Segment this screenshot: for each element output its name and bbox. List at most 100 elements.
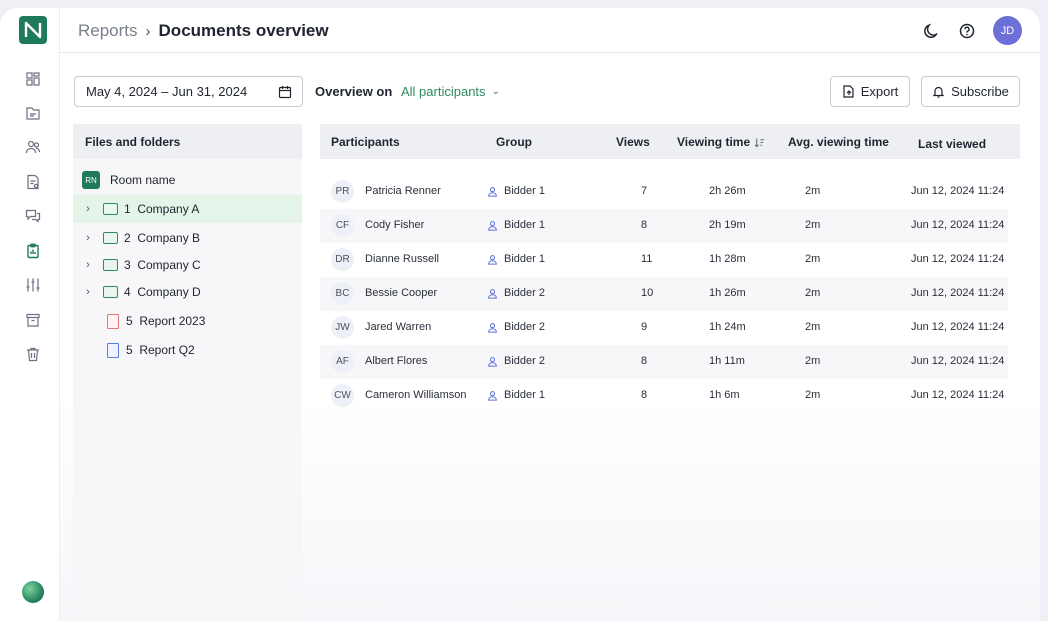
files-panel: Files and folders RN Room name › 1 Compa… xyxy=(73,124,302,621)
participant-avg-time: 2m xyxy=(805,321,821,333)
moon-icon[interactable] xyxy=(923,22,941,40)
tree-item-company-a[interactable]: › 1 Company A xyxy=(73,195,302,223)
column-group[interactable]: Group xyxy=(496,135,532,149)
user-icon xyxy=(488,356,497,367)
table-row[interactable]: BC Bessie Cooper Bidder 2 10 1h 26m 2m Jun 12,… xyxy=(320,277,1008,311)
column-viewing-time-label: Viewing time xyxy=(677,135,751,149)
participant-name: Albert Flores xyxy=(365,355,428,367)
tree-item-company-c[interactable]: › 3 Company C xyxy=(73,251,302,279)
chat-icon[interactable] xyxy=(24,207,42,225)
tree-item-label: 5 Report 2023 xyxy=(126,314,206,328)
dashboard-icon[interactable] xyxy=(24,70,42,88)
participant-avg-time: 2m xyxy=(805,287,821,299)
participant-views: 10 xyxy=(641,287,654,299)
chevron-right-icon: › xyxy=(145,22,151,40)
column-participants[interactable]: Participants xyxy=(331,135,400,149)
participants-dropdown[interactable]: All participants ⌄ xyxy=(401,84,500,99)
sort-desc-icon[interactable] xyxy=(754,137,765,148)
export-label: Export xyxy=(860,84,899,99)
table-row[interactable]: PR Patricia Renner Bidder 1 7 2h 26m 2m Jun 12… xyxy=(320,175,1008,209)
table-header: Participants Group Views Viewing time Av… xyxy=(320,124,1020,159)
table-row[interactable]: CW Cameron Williamson Bidder 1 8 1h 6m 2m Jun … xyxy=(320,379,1008,413)
reports-doc-icon[interactable] xyxy=(24,173,42,191)
files-panel-title: Files and folders xyxy=(73,124,302,159)
help-icon[interactable] xyxy=(958,22,976,40)
export-button[interactable]: Export xyxy=(830,76,910,107)
participant-name: Cody Fisher xyxy=(365,219,425,231)
column-last-viewed[interactable]: Last viewed xyxy=(918,137,986,151)
tree-item-label: 4 Company D xyxy=(124,285,201,299)
subscribe-button[interactable]: Subscribe xyxy=(921,76,1020,107)
users-icon[interactable] xyxy=(24,138,42,156)
participant-initials: BC xyxy=(331,282,354,305)
participant-initials: CF xyxy=(331,214,354,237)
table-row[interactable]: AF Albert Flores Bidder 2 8 1h 11m 2m Jun 12, … xyxy=(320,345,1008,379)
user-icon xyxy=(488,390,497,401)
chevron-right-icon[interactable]: › xyxy=(73,203,103,215)
chevron-right-icon[interactable]: › xyxy=(73,232,103,244)
room-row[interactable]: RN Room name xyxy=(73,166,302,194)
participant-views: 8 xyxy=(641,389,648,401)
report-clipboard-icon[interactable] xyxy=(24,242,42,260)
table-row[interactable]: JW Jared Warren Bidder 2 9 1h 24m 2m Jun 12, 2… xyxy=(320,311,1008,345)
tree-item-company-d[interactable]: › 4 Company D xyxy=(73,278,302,306)
column-viewing-time[interactable]: Viewing time xyxy=(677,135,765,149)
tree-item-company-b[interactable]: › 2 Company B xyxy=(73,224,302,252)
top-bar: Reports › Documents overview JD xyxy=(60,8,1040,53)
user-icon xyxy=(488,288,497,299)
breadcrumb: Reports › Documents overview xyxy=(78,21,329,41)
participant-group: Bidder 1 xyxy=(487,253,545,265)
date-range-value: May 4, 2024 – Jun 31, 2024 xyxy=(86,84,248,99)
settings-sliders-icon[interactable] xyxy=(24,276,42,294)
chevron-right-icon[interactable]: › xyxy=(73,286,103,298)
left-rail xyxy=(0,8,60,621)
participant-group: Bidder 1 xyxy=(487,389,545,401)
user-avatar[interactable]: JD xyxy=(993,16,1022,45)
participant-group-label: Bidder 2 xyxy=(504,355,545,367)
tree-item-label: 5 Report Q2 xyxy=(126,343,195,357)
participant-viewing-time: 1h 24m xyxy=(709,321,746,333)
workspace-globe-icon[interactable] xyxy=(22,581,44,603)
bell-icon xyxy=(932,86,945,98)
doc-file-icon xyxy=(107,342,119,358)
participants-dropdown-value: All participants xyxy=(401,84,486,99)
participant-group-label: Bidder 1 xyxy=(504,253,545,265)
participant-views: 7 xyxy=(641,185,648,197)
documents-icon[interactable] xyxy=(24,104,42,122)
tree-item-report-2023[interactable]: 5 Report 2023 xyxy=(73,307,302,335)
folder-icon xyxy=(103,259,118,271)
column-avg-viewing-time[interactable]: Avg. viewing time xyxy=(788,135,889,149)
archive-icon[interactable] xyxy=(24,311,42,329)
breadcrumb-parent[interactable]: Reports xyxy=(78,21,138,41)
participant-avg-time: 2m xyxy=(805,219,821,231)
participant-initials: DR xyxy=(331,248,354,271)
app-logo[interactable] xyxy=(19,16,47,44)
table-row[interactable]: CF Cody Fisher Bidder 1 8 2h 19m 2m Jun 12, 20… xyxy=(320,209,1008,243)
pdf-file-icon xyxy=(107,313,119,329)
date-range-picker[interactable]: May 4, 2024 – Jun 31, 2024 xyxy=(74,76,303,107)
tree-item-label: 3 Company C xyxy=(124,258,201,272)
trash-icon[interactable] xyxy=(24,345,42,363)
room-badge: RN xyxy=(82,171,100,189)
participant-name: Cameron Williamson xyxy=(365,389,467,401)
participant-name: Jared Warren xyxy=(365,321,432,333)
chevron-right-icon[interactable]: › xyxy=(73,259,103,271)
participant-views: 8 xyxy=(641,219,648,231)
participant-viewing-time: 1h 28m xyxy=(709,253,746,265)
tree-item-report-q2[interactable]: 5 Report Q2 xyxy=(73,336,302,364)
table-row[interactable]: DR Dianne Russell Bidder 1 11 1h 28m 2m Jun 12… xyxy=(320,243,1008,277)
folder-icon xyxy=(103,232,118,244)
participant-initials: CW xyxy=(331,384,354,407)
participant-avg-time: 2m xyxy=(805,253,821,265)
column-views[interactable]: Views xyxy=(616,135,650,149)
participant-views: 8 xyxy=(641,355,648,367)
participant-viewing-time: 1h 11m xyxy=(709,355,745,367)
user-icon xyxy=(488,322,497,333)
participant-group-label: Bidder 1 xyxy=(504,185,545,197)
calendar-icon xyxy=(278,86,292,99)
participant-last-viewed: Jun 12, 2024 11:24 xyxy=(911,253,1005,265)
page-title: Documents overview xyxy=(158,21,329,40)
participant-group-label: Bidder 1 xyxy=(504,389,545,401)
tree-item-label: 1 Company A xyxy=(124,202,200,216)
participant-name: Dianne Russell xyxy=(365,253,439,265)
